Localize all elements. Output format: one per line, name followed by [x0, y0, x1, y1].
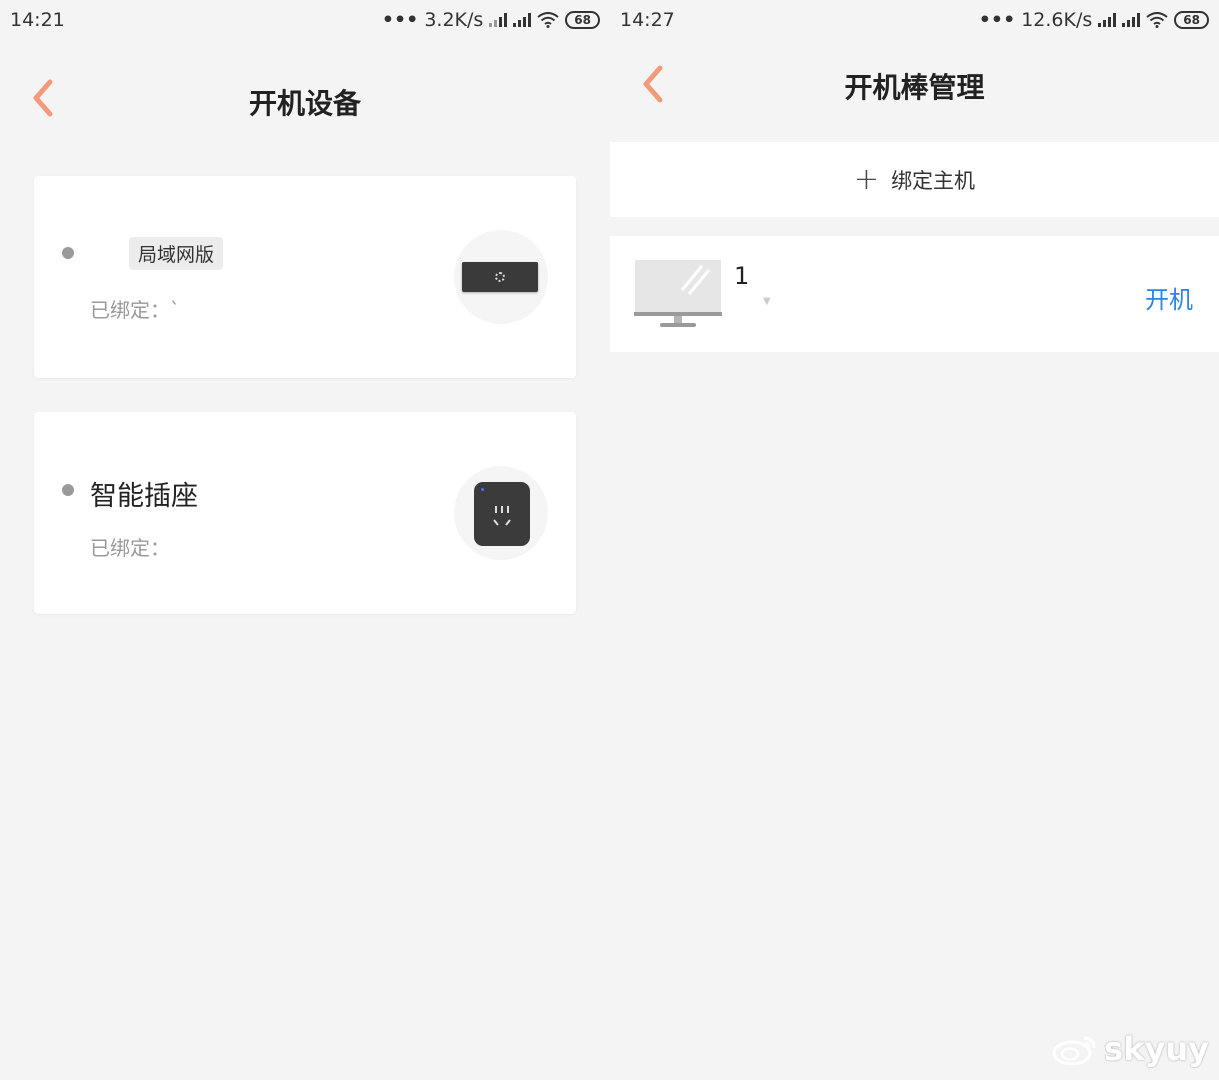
watermark-text: skyuy: [1104, 1030, 1209, 1068]
battery-icon: 68: [1174, 11, 1209, 29]
dropdown-arrow-icon: ▼: [763, 296, 771, 307]
status-time: 14:27: [620, 9, 675, 31]
smart-socket-icon: [474, 482, 530, 546]
signal-icon: [489, 13, 508, 27]
socket-holes-icon: [493, 506, 511, 526]
lan-version-badge: 局域网版: [129, 237, 224, 270]
status-dot: [62, 247, 74, 259]
device-thumbnail: [454, 466, 548, 560]
status-dot: [62, 484, 74, 496]
status-icons: ••• 12.6K/s 68: [979, 9, 1209, 31]
weibo-logo-icon: [1052, 1036, 1096, 1066]
power-on-button[interactable]: 开机: [1145, 280, 1193, 315]
weibo-watermark: skyuy: [1052, 1030, 1209, 1068]
wifi-icon: [1146, 12, 1168, 28]
signal-icon: [1122, 13, 1141, 27]
device-card-socket[interactable]: 智能插座 已绑定：: [34, 412, 576, 614]
status-time: 14:21: [10, 9, 65, 31]
host-row[interactable]: 1 ▼ 开机: [610, 236, 1219, 352]
device-name: 智能插座: [90, 481, 198, 512]
more-dots-icon: •••: [978, 9, 1016, 31]
status-icons: ••• 3.2K/s 68: [382, 9, 600, 31]
bind-host-label: 绑定主机: [891, 168, 976, 193]
network-speed: 3.2K/s: [424, 9, 484, 31]
battery-icon: 68: [565, 11, 600, 29]
bound-label: 已绑定：`: [90, 298, 180, 322]
right-screen: 14:27 ••• 12.6K/s 68 开机棒管理 + 绑定主机 1 ▼ 开机: [610, 0, 1219, 1080]
left-screen: 14:21 ••• 3.2K/s 68 开机设备 局域网版 已绑定：` 智能插座…: [0, 0, 610, 1080]
wifi-icon: [537, 12, 559, 28]
device-thumbnail: [454, 230, 548, 324]
power-stick-icon: [462, 262, 538, 292]
network-speed: 12.6K/s: [1021, 9, 1093, 31]
bound-label: 已绑定：: [90, 536, 170, 560]
bind-host-button[interactable]: + 绑定主机: [610, 142, 1219, 217]
signal-icon: [513, 13, 532, 27]
plus-icon: +: [853, 161, 880, 197]
device-card-stick[interactable]: 局域网版 已绑定：`: [34, 176, 576, 378]
page-title: 开机设备: [248, 87, 361, 120]
signal-icon: [1098, 13, 1117, 27]
status-bar: 14:27 ••• 12.6K/s 68: [610, 0, 1219, 40]
monitor-icon: [634, 260, 722, 327]
host-name: 1: [734, 262, 750, 290]
gear-icon: [495, 272, 505, 282]
status-bar: 14:21 ••• 3.2K/s 68: [0, 0, 610, 40]
page-title: 开机棒管理: [844, 71, 985, 104]
more-dots-icon: •••: [381, 9, 419, 31]
